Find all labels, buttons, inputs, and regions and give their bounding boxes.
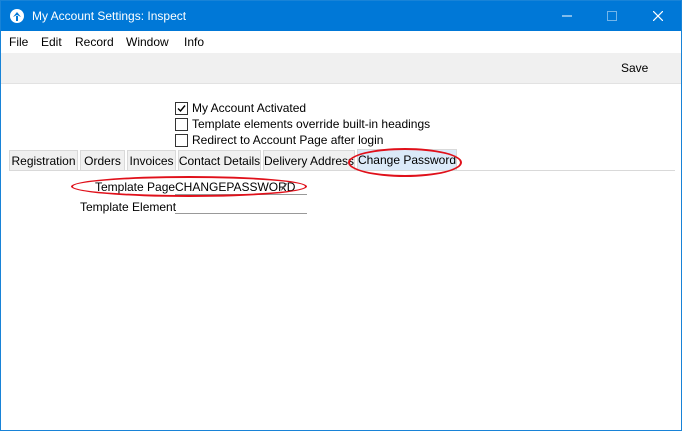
menu-bar: File Edit Record Window Info (1, 31, 681, 53)
minimize-button[interactable] (544, 1, 589, 31)
record-content: My Account Activated Template elements o… (1, 84, 681, 430)
app-window: My Account Settings: Inspect File Edit R… (0, 0, 682, 431)
menu-record[interactable]: Record (75, 35, 114, 49)
save-button[interactable]: Save (621, 61, 648, 75)
checkbox-box[interactable] (175, 117, 188, 131)
tab-contact-details[interactable]: Contact Details (178, 150, 261, 170)
close-button[interactable] (635, 1, 680, 31)
close-icon (652, 11, 663, 21)
tab-orders[interactable]: Orders (80, 150, 125, 170)
checkbox-label: My Account Activated (192, 101, 307, 115)
template-element-underline (175, 213, 307, 214)
maximize-button[interactable] (589, 1, 634, 31)
button-bar: Save (1, 53, 681, 84)
redirect-account-page-checkbox[interactable]: Redirect to Account Page after login (175, 132, 383, 148)
checkbox-box[interactable] (175, 133, 188, 147)
tab-registration[interactable]: Registration (9, 150, 78, 170)
tab-invoices[interactable]: Invoices (127, 150, 176, 170)
checkbox-label: Redirect to Account Page after login (192, 133, 384, 147)
checkmark-icon (177, 104, 186, 112)
highlight-ellipse-field (71, 176, 307, 197)
template-element-label: Template Element (80, 200, 177, 214)
template-override-checkbox[interactable]: Template elements override built-in head… (175, 116, 430, 132)
tab-strip: Registration Orders Invoices Contact Det… (9, 149, 679, 171)
tab-delivery-address[interactable]: Delivery Address (263, 150, 355, 170)
window-title: My Account Settings: Inspect (32, 9, 187, 23)
account-activated-checkbox[interactable]: My Account Activated (175, 100, 306, 116)
highlight-ellipse-tab (348, 148, 462, 177)
menu-edit[interactable]: Edit (41, 35, 62, 49)
tab-divider (9, 170, 675, 171)
checkbox-label: Template elements override built-in head… (192, 117, 431, 131)
maximize-icon (606, 11, 617, 21)
checkbox-box[interactable] (175, 101, 188, 115)
app-logo-icon (10, 9, 24, 23)
menu-info[interactable]: Info (184, 35, 204, 49)
menu-window[interactable]: Window (126, 35, 169, 49)
menu-file[interactable]: File (9, 35, 28, 49)
title-bar[interactable]: My Account Settings: Inspect (1, 1, 681, 31)
minimize-icon (561, 15, 572, 17)
